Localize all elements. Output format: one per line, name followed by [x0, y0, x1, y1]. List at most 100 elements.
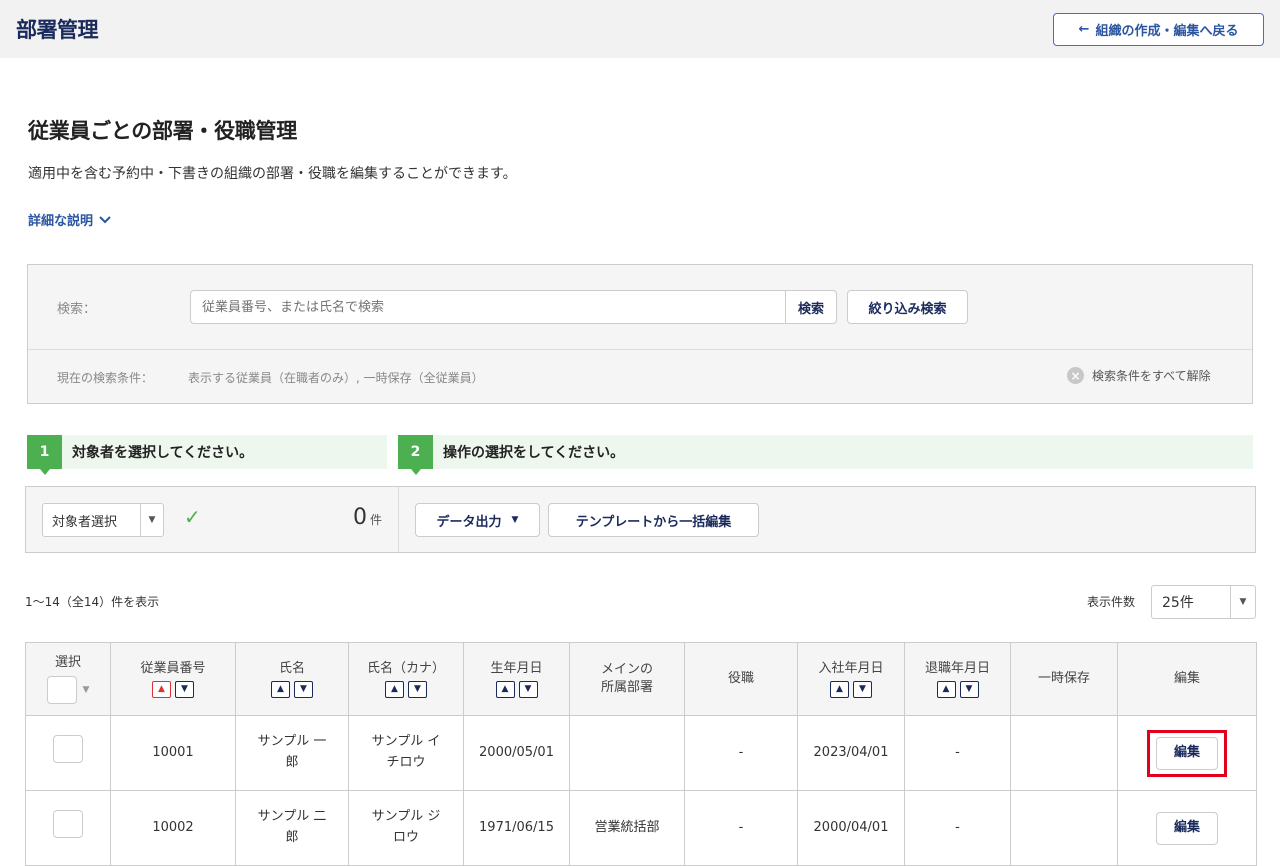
birthdate: 1971/06/15 — [463, 790, 570, 866]
position: - — [684, 715, 798, 791]
header-position: 役職 — [684, 642, 798, 716]
position: - — [684, 790, 798, 866]
sort-asc-icon[interactable]: ▲ — [385, 680, 404, 698]
per-page-value: 25件 — [1162, 595, 1194, 611]
main-department: 営業統括部 — [569, 790, 685, 866]
filter-search-button[interactable]: 絞り込み検索 — [847, 290, 968, 324]
sort-asc-icon[interactable]: ▲ — [495, 680, 515, 698]
header-join-date-label: 入社年月日 — [818, 661, 884, 677]
target-select-value: 対象者選択 — [52, 514, 118, 530]
step-1-text: 対象者を選択してください。 — [72, 445, 254, 461]
table-row: 10002 サンプル 二郎 サンプル ジロウ 1971/06/15 営業統括部 … — [25, 790, 1257, 866]
temp-save — [1010, 790, 1118, 866]
sort-desc-icon[interactable]: ▼ — [294, 680, 313, 698]
main-department — [569, 715, 685, 791]
header-main-department-line1: メインの — [600, 661, 653, 677]
employee-name: サンプル 一郎 — [235, 715, 349, 791]
sort-desc-icon[interactable]: ▼ — [518, 680, 538, 698]
arrow-left-icon: ← — [1078, 22, 1090, 37]
employee-name: サンプル 二郎 — [235, 790, 349, 866]
employee-name-line1: サンプル 一 — [257, 734, 327, 750]
edit-button[interactable]: 編集 — [1156, 736, 1218, 770]
retire-date: - — [904, 790, 1011, 866]
row-checkbox[interactable] — [53, 810, 83, 839]
search-button[interactable]: 検索 — [785, 290, 837, 324]
action-panel: 対象者選択 ▼ ✓ 0件 データ出力 ▼ テンプレートから一括編集 — [25, 486, 1256, 553]
sort-asc-icon[interactable]: ▲ — [152, 680, 171, 698]
divider — [28, 349, 1252, 350]
sort-desc-icon[interactable]: ▼ — [959, 680, 979, 698]
employee-kana-line2: ロウ — [392, 830, 419, 845]
per-page-select[interactable]: 25件 ▼ — [1151, 585, 1256, 619]
step-1-banner: 1 対象者を選択してください。 — [27, 435, 387, 475]
step-2-banner: 2 操作の選択をしてください。 — [398, 435, 1253, 475]
search-input[interactable] — [190, 290, 786, 324]
edit-cell: 編集 — [1117, 790, 1257, 866]
row-select-cell — [25, 715, 111, 791]
step-2-text: 操作の選択をしてください。 — [443, 445, 625, 461]
row-select-cell — [25, 790, 111, 866]
edit-button[interactable]: 編集 — [1156, 811, 1218, 845]
step-2-number: 2 — [398, 435, 433, 475]
header-temp-save: 一時保存 — [1010, 642, 1118, 716]
sort-desc-icon[interactable]: ▼ — [175, 680, 194, 698]
clear-all-conditions-button[interactable]: × 検索条件をすべて解除 — [1067, 367, 1211, 384]
sort-asc-icon[interactable]: ▲ — [271, 680, 290, 698]
join-date: 2023/04/01 — [797, 715, 905, 791]
caret-down-icon: ▼ — [140, 504, 163, 536]
header-retire-date-label: 退職年月日 — [924, 661, 990, 677]
employee-kana-line1: サンプル イ — [371, 734, 441, 750]
back-button-label: 組織の作成・編集へ戻る — [1095, 24, 1239, 39]
template-bulk-edit-button[interactable]: テンプレートから一括編集 — [548, 503, 759, 537]
back-to-organization-button[interactable]: ← 組織の作成・編集へ戻る — [1053, 13, 1264, 46]
header-join-date: 入社年月日 ▲ ▼ — [797, 642, 905, 716]
sort-asc-icon[interactable]: ▲ — [936, 680, 956, 698]
selected-count: 0件 — [326, 505, 382, 530]
table-header-row: 選択 ▼ 従業員番号 ▲ ▼ 氏名 ▲ ▼ 氏名（カナ） ▲ ▼ 生年月日 ▲ ▼ — [25, 642, 1257, 716]
detail-link-label: 詳細な説明 — [28, 214, 94, 229]
header-name-label: 氏名 — [278, 661, 305, 677]
sort-desc-icon[interactable]: ▼ — [408, 680, 427, 698]
current-conditions-value: 表示する従業員（在職者のみ）, 一時保存（全従業員） — [188, 371, 484, 385]
birthdate: 2000/05/01 — [463, 715, 570, 791]
join-date: 2000/04/01 — [797, 790, 905, 866]
sort-desc-icon[interactable]: ▼ — [853, 680, 872, 698]
header-name: 氏名 ▲ ▼ — [235, 642, 349, 716]
employee-name-line1: サンプル 二 — [257, 809, 327, 825]
page-description: 適用中を含む予約中・下書きの組織の部署・役職を編集することができます。 — [28, 166, 517, 182]
caret-down-icon[interactable]: ▼ — [83, 684, 90, 697]
chevron-down-icon — [99, 215, 111, 223]
highlight-box: 編集 — [1147, 729, 1227, 777]
header-employee-number: 従業員番号 ▲ ▼ — [110, 642, 236, 716]
employee-kana-line1: サンプル ジ — [371, 809, 441, 825]
employee-name-line2: 郎 — [285, 755, 299, 770]
header-birthdate: 生年月日 ▲ ▼ — [463, 642, 570, 716]
step-1-number: 1 — [27, 435, 62, 475]
employee-kana: サンプル ジロウ — [348, 790, 464, 866]
header-kana: 氏名（カナ） ▲ ▼ — [348, 642, 464, 716]
header-main-department: メインの 所属部署 — [569, 642, 685, 716]
header-birthdate-label: 生年月日 — [490, 661, 543, 677]
detail-explanation-link[interactable]: 詳細な説明 — [28, 210, 111, 229]
close-circle-icon: × — [1067, 367, 1084, 384]
app-title: 部署管理 — [16, 18, 99, 42]
data-output-button[interactable]: データ出力 ▼ — [415, 503, 540, 537]
employee-number: 10002 — [110, 790, 236, 866]
caret-down-icon: ▼ — [511, 515, 519, 525]
header-edit: 編集 — [1117, 642, 1257, 716]
row-checkbox[interactable] — [53, 735, 83, 764]
sort-asc-icon[interactable]: ▲ — [830, 680, 849, 698]
target-select-dropdown[interactable]: 対象者選択 ▼ — [42, 503, 164, 537]
clear-all-label: 検索条件をすべて解除 — [1092, 369, 1211, 383]
page-heading: 従業員ごとの部署・役職管理 — [28, 119, 297, 143]
data-output-label: データ出力 — [436, 514, 502, 530]
employee-kana: サンプル イチロウ — [348, 715, 464, 791]
per-page-label: 表示件数 — [1087, 595, 1136, 609]
select-all-checkbox[interactable] — [46, 676, 77, 705]
employee-number: 10001 — [110, 715, 236, 791]
current-conditions-label: 現在の検索条件： — [57, 371, 154, 385]
edit-cell: 編集 — [1117, 715, 1257, 791]
search-label: 検索： — [57, 302, 97, 317]
header-main-department-line2: 所属部署 — [600, 680, 653, 695]
header-kana-label: 氏名（カナ） — [366, 661, 445, 677]
